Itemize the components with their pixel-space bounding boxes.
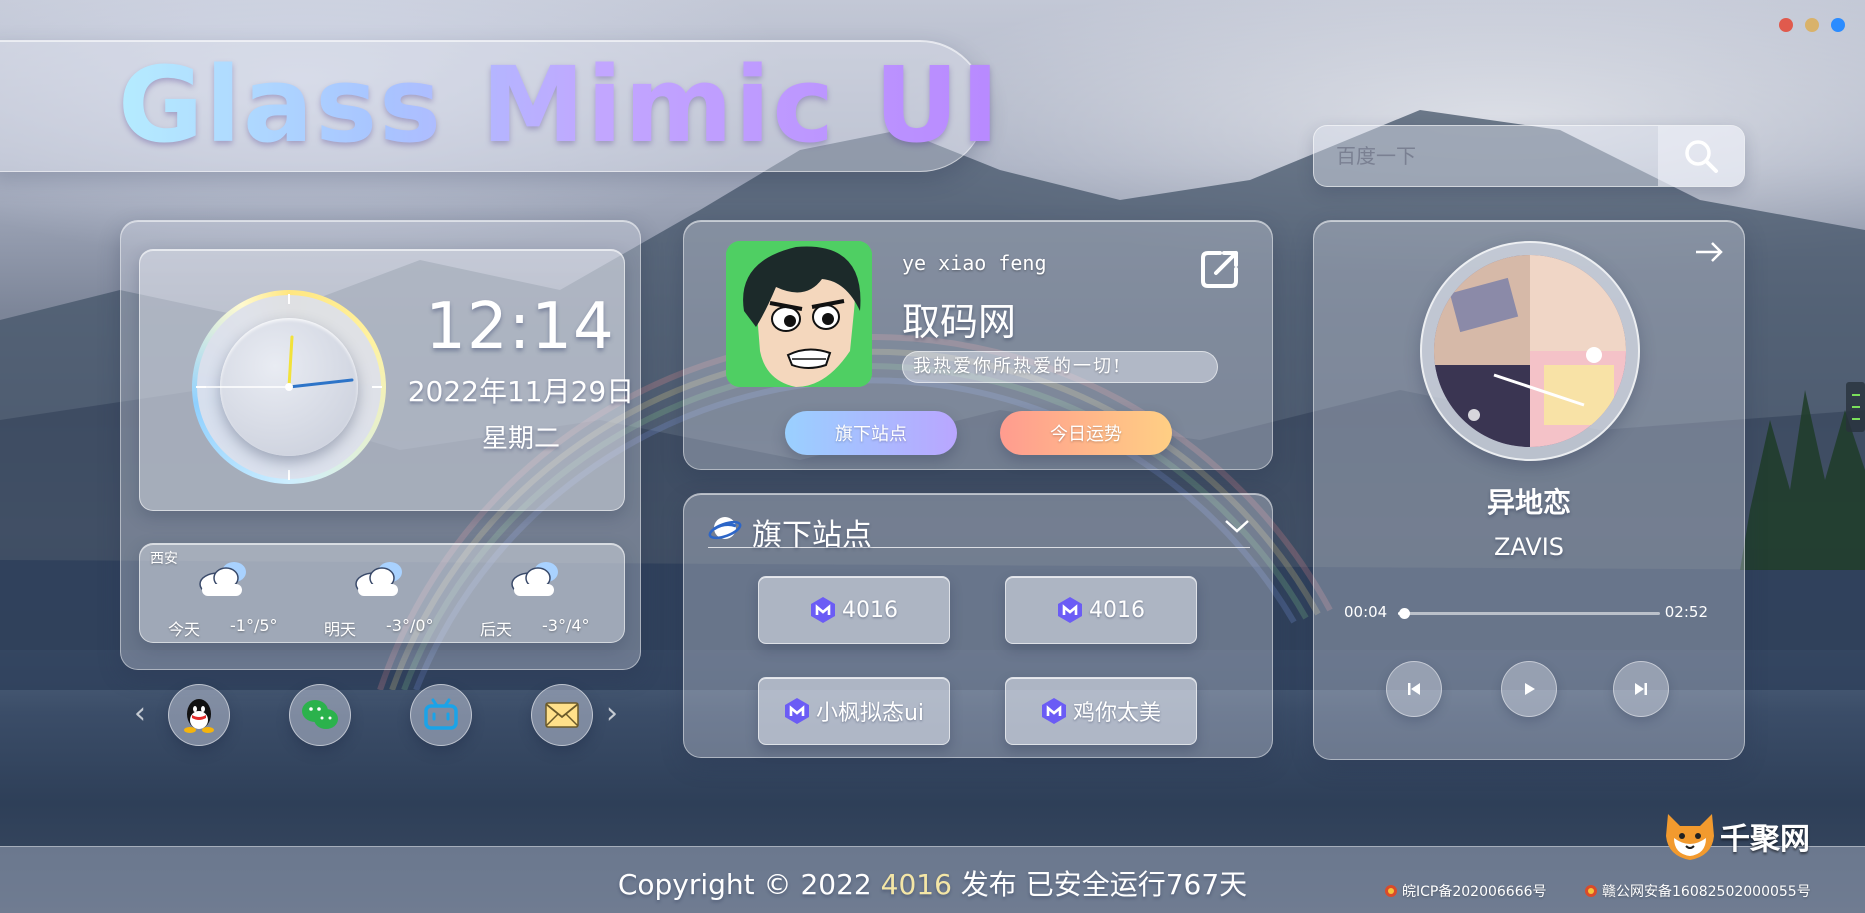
weather-day-label: 明天 bbox=[324, 620, 357, 639]
minimize-dot[interactable] bbox=[1805, 18, 1819, 32]
duration-time: 02:52 bbox=[1664, 603, 1708, 621]
profile-card: ye xiao feng 取码网 我热爱你所热爱的一切! 旗下站点 今日运势 bbox=[683, 220, 1273, 470]
site-item-button[interactable]: 4016 bbox=[1005, 576, 1197, 644]
site-item-label: 小枫拟态ui bbox=[815, 701, 925, 726]
bilibili-icon bbox=[424, 698, 458, 730]
weather-panel: 西安 今天 -1°/5° 明天 -3°/0° 后天 -3°/4° bbox=[139, 543, 625, 643]
m-logo-icon bbox=[811, 597, 835, 623]
m-logo-icon bbox=[1041, 698, 1066, 724]
watermark-text: 千聚网 bbox=[1720, 822, 1810, 857]
sites-pill-button[interactable]: 旗下站点 bbox=[785, 411, 957, 455]
cloudy-icon bbox=[199, 562, 246, 596]
profile-site-name: 取码网 bbox=[902, 300, 1017, 344]
qq-icon bbox=[184, 699, 214, 733]
mail-icon bbox=[545, 702, 579, 728]
site-item-label: 鸡你太美 bbox=[1072, 701, 1161, 726]
weekday-text: 星期二 bbox=[481, 424, 560, 454]
window-controls bbox=[1779, 18, 1845, 32]
profile-username: ye xiao feng bbox=[902, 251, 1047, 275]
copyright-brand[interactable]: 4016 bbox=[881, 868, 952, 901]
weather-day-temp: -1°/5° bbox=[230, 616, 278, 635]
search-input[interactable] bbox=[1314, 126, 1660, 186]
search-button[interactable] bbox=[1658, 126, 1744, 186]
police-badge-icon bbox=[1585, 885, 1597, 897]
weather-day-temp: -3°/0° bbox=[386, 616, 434, 635]
next-track-button[interactable] bbox=[1613, 661, 1669, 717]
progress-knob[interactable] bbox=[1399, 608, 1411, 619]
cloudy-icon bbox=[511, 562, 558, 596]
album-disc bbox=[1420, 241, 1640, 461]
close-dot[interactable] bbox=[1779, 18, 1793, 32]
wechat-icon bbox=[302, 700, 338, 729]
copyright-suffix: 发布 已安全运行767天 bbox=[960, 868, 1248, 901]
chevron-down-icon[interactable] bbox=[1224, 518, 1250, 534]
digital-time: 12:14 bbox=[425, 290, 615, 364]
music-player-card: 异地恋 ZAVIS 00:04 02:52 bbox=[1313, 220, 1745, 760]
song-title: 异地恋 bbox=[1486, 486, 1571, 519]
weather-day-label: 今天 bbox=[168, 620, 201, 639]
fortune-pill-button[interactable]: 今日运势 bbox=[1000, 411, 1172, 455]
wechat-button[interactable] bbox=[289, 684, 351, 746]
current-time: 00:04 bbox=[1344, 603, 1388, 621]
bilibili-button[interactable] bbox=[410, 684, 472, 746]
police-text: 赣公网安备16082502000055号 bbox=[1602, 884, 1811, 900]
clock-hands bbox=[198, 335, 354, 391]
footer: Copyright © 2022 4016 发布 已安全运行767天 皖ICP备… bbox=[0, 846, 1865, 913]
social-next-chevron-icon[interactable]: › bbox=[606, 696, 618, 731]
clock-weather-card: 12:14 2022年11月29日 星期二 西安 今天 -1°/5° 明天 -3… bbox=[120, 220, 641, 670]
arrow-right-icon[interactable] bbox=[1694, 241, 1724, 263]
fox-logo-icon bbox=[1666, 814, 1714, 860]
social-prev-chevron-icon[interactable]: ‹ bbox=[134, 696, 146, 731]
icp-link[interactable]: 皖ICP备202006666号 bbox=[1384, 881, 1547, 901]
previous-track-button[interactable] bbox=[1386, 661, 1442, 717]
clock-panel: 12:14 2022年11月29日 星期二 bbox=[139, 249, 634, 511]
date-text: 2022年11月29日 bbox=[407, 375, 635, 408]
m-logo-icon bbox=[784, 698, 809, 724]
site-item-label: 4016 bbox=[842, 597, 898, 623]
external-link-icon[interactable] bbox=[1198, 247, 1242, 291]
copyright-prefix: Copyright © 2022 bbox=[617, 868, 872, 901]
profile-motto: 我热爱你所热爱的一切! bbox=[902, 351, 1218, 383]
weather-day bbox=[164, 558, 284, 602]
qq-button[interactable] bbox=[168, 684, 230, 746]
site-item-button[interactable]: 鸡你太美 bbox=[1005, 677, 1197, 745]
skip-next-icon bbox=[1635, 683, 1647, 695]
site-item-label: 4016 bbox=[1089, 597, 1145, 623]
police-badge-icon bbox=[1385, 885, 1397, 897]
cloudy-icon bbox=[355, 562, 402, 596]
play-icon bbox=[1525, 683, 1535, 695]
weather-day-label: 后天 bbox=[480, 620, 513, 639]
weather-day-temp: -3°/4° bbox=[542, 616, 590, 635]
song-artist: ZAVIS bbox=[1493, 533, 1565, 561]
weather-day bbox=[320, 558, 440, 602]
site-item-button[interactable]: 小枫拟态ui bbox=[758, 677, 950, 745]
play-button[interactable] bbox=[1501, 661, 1557, 717]
search-icon bbox=[1685, 140, 1718, 173]
progress-slider[interactable] bbox=[1398, 608, 1660, 619]
skip-previous-icon bbox=[1408, 683, 1420, 695]
m-logo-icon bbox=[1058, 597, 1082, 623]
police-link[interactable]: 赣公网安备16082502000055号 bbox=[1584, 881, 1811, 901]
page-title: Glass Mimic UI bbox=[118, 44, 1002, 166]
search-box bbox=[1313, 125, 1745, 187]
maximize-dot[interactable] bbox=[1831, 18, 1845, 32]
side-widget[interactable] bbox=[1846, 382, 1865, 432]
site-item-button[interactable]: 4016 bbox=[758, 576, 950, 644]
avatar bbox=[726, 241, 872, 387]
planet-icon bbox=[708, 517, 742, 540]
icp-text: 皖ICP备202006666号 bbox=[1402, 884, 1547, 900]
sites-title: 旗下站点 bbox=[752, 518, 872, 553]
mail-button[interactable] bbox=[531, 684, 593, 746]
watermark-logo: 千聚网 bbox=[1662, 810, 1822, 866]
sites-header: 旗下站点 bbox=[708, 508, 1250, 553]
sites-card: 旗下站点 4016 4016 小枫拟态ui 鸡你太美 bbox=[683, 493, 1273, 758]
weather-day bbox=[476, 558, 596, 602]
album-cover bbox=[1434, 255, 1626, 447]
avatar-illustration bbox=[726, 241, 872, 387]
